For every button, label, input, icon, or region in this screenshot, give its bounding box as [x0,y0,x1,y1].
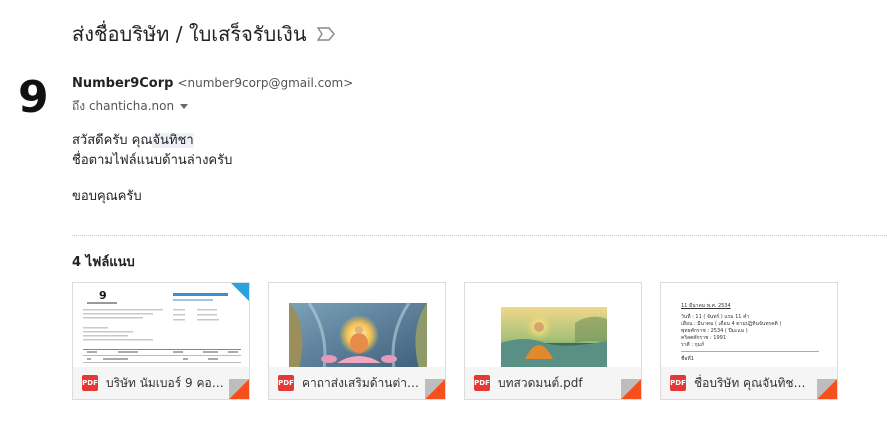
attachment-footer: PDF ชื่อบริษัท คุณจันทิชา.pdf [661,367,837,399]
greeting-prefix: สวัสดีครับ คุณ [72,133,153,148]
number9-logo-icon: 9 [18,72,49,123]
attachment-footer: PDF บทสวดมนต์.pdf [465,367,641,399]
attachments-list: 9 PDF บริษัท นัมเบอร์ 9 คอร์ PDF คาถาส่ง… [72,282,838,400]
pdf-file-icon: PDF [278,375,294,391]
thumb-line: พุทธศักราช : 2534 ( ปีมะแม ) [681,328,748,334]
pdf-file-icon: PDF [82,375,98,391]
attachment-name: บริษัท นัมเบอร์ 9 คอร์ปอเรชั่น.pdf [106,375,224,390]
document-preview-icon: 9 [83,283,249,363]
attachment-thumbnail [269,283,445,369]
recipient-line: ถึง chanticha.non [72,97,353,116]
greeting-name: จันทิชา [152,133,194,148]
email-subject: ส่งชื่อบริษัท / ใบเสร็จรับเงิน [72,22,307,46]
attachment-card[interactable]: 9 PDF บริษัท นัมเบอร์ 9 คอร์ [72,282,250,400]
attachments-divider [72,235,887,236]
attachment-card[interactable]: 11 มีนาคม พ.ศ. 2534 วันที่ : 11 ( จันทร์… [660,282,838,400]
recipient-label: ถึง chanticha.non [72,99,175,113]
attachment-name: บทสวดมนต์.pdf [498,375,583,390]
label-important-icon[interactable] [316,27,335,41]
sender-name[interactable]: Number9Corp [72,76,173,91]
sender-avatar[interactable]: 9 [17,72,53,123]
thumb-line: ราศี : กุมภ์ [681,342,705,348]
attachment-thumbnail [465,283,641,369]
recipient-details-chevron-icon[interactable] [180,104,189,109]
subject-row: ส่งชื่อบริษัท / ใบเสร็จรับเงิน [72,18,335,50]
thumb-line: ชื่อที่1 [681,356,694,362]
document-preview-text: 11 มีนาคม พ.ศ. 2534 วันที่ : 11 ( จันทร์… [681,303,819,363]
page-fold-icon [425,379,445,399]
thumb-line: วันที่ : 11 ( จันทร์ ) แรม 11 ค่ำ [681,314,750,320]
thumb-line: คริสตศักราช : 1991 [681,335,727,341]
attachment-footer: PDF คาถาส่งเสริมด้านต่างๆ.pdf [269,367,445,399]
attachments-count: 4 ไฟล์แนบ [72,255,135,270]
attachment-card[interactable]: PDF บทสวดมนต์.pdf [464,282,642,400]
pdf-file-icon: PDF [474,375,490,391]
body-line-2: ชื่อตามไฟล์แนบด้านล่างครับ [72,153,233,168]
sender-email: <number9corp@gmail.com> [177,76,354,90]
attachment-thumbnail: 11 มีนาคม พ.ศ. 2534 วันที่ : 11 ( จันทร์… [661,283,837,369]
email-body: สวัสดีครับ คุณจันทิชา ชื่อตามไฟล์แนบด้าน… [72,131,232,207]
page-fold-icon [229,379,249,399]
thumb-line: 11 มีนาคม พ.ศ. 2534 [681,303,731,309]
attachment-thumbnail: 9 [73,283,249,369]
pdf-file-icon: PDF [670,375,686,391]
body-greeting: สวัสดีครับ คุณจันทิชา [72,131,232,151]
thumb-line: เดือน : มีนาคม ( เดือน 4 ตามปฏิทินจันทรค… [681,321,782,327]
page-fold-icon [621,379,641,399]
avatar-char: 9 [18,74,49,118]
buddha-painting-image-icon [289,302,427,369]
attachment-footer: PDF บริษัท นัมเบอร์ 9 คอร์ปอเรชั่น.pdf [73,367,249,399]
buddha-meditation-image-icon [501,307,607,369]
sender-line: Number9Corp <number9corp@gmail.com> [72,76,353,91]
thumb-logo: 9 [99,289,107,302]
body-line-3: ขอบคุณครับ [72,189,142,204]
sender-block: Number9Corp <number9corp@gmail.com> ถึง c… [72,76,353,116]
attachment-name: คาถาส่งเสริมด้านต่างๆ.pdf [302,375,420,390]
page-fold-icon [817,379,837,399]
attachment-name: ชื่อบริษัท คุณจันทิชา.pdf [694,375,812,390]
attachment-card[interactable]: PDF คาถาส่งเสริมด้านต่างๆ.pdf [268,282,446,400]
